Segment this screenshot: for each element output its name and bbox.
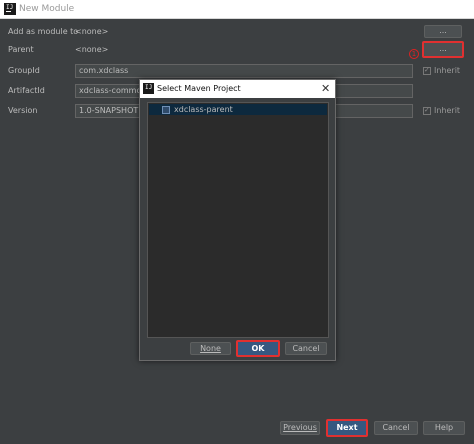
add-as-module-browse-button[interactable]: ... xyxy=(424,25,462,38)
groupid-label: GroupId xyxy=(8,66,40,75)
annotation-number-1: 1 xyxy=(409,49,419,59)
version-label: Version xyxy=(8,106,38,115)
tree-item[interactable]: xdclass-parent xyxy=(149,104,327,115)
next-button[interactable]: Next xyxy=(326,419,368,437)
add-as-module-value: <none> xyxy=(75,27,109,36)
ok-button[interactable]: OK xyxy=(236,340,280,357)
dialog-cancel-button[interactable]: Cancel xyxy=(285,342,327,355)
groupid-field[interactable]: com.xdclass xyxy=(75,64,413,78)
version-inherit-checkbox[interactable] xyxy=(423,106,431,115)
groupid-inherit-checkbox[interactable] xyxy=(423,66,431,75)
groupid-inherit-label: Inherit xyxy=(434,66,461,75)
version-inherit-label: Inherit xyxy=(434,106,461,115)
previous-button[interactable]: Previous xyxy=(280,421,320,435)
dialog-titlebar: IJ Select Maven Project ✕ xyxy=(140,80,335,98)
app-icon-text: IJ xyxy=(6,4,14,11)
help-button[interactable]: Help xyxy=(423,421,465,435)
window-title: New Module xyxy=(19,4,75,14)
select-maven-project-dialog: IJ Select Maven Project ✕ xdclass-parent… xyxy=(139,79,336,361)
parent-label: Parent xyxy=(8,45,34,54)
dialog-icon-text: IJ xyxy=(145,84,153,91)
parent-value: <none> xyxy=(75,45,109,54)
artifactid-label: ArtifactId xyxy=(8,86,45,95)
intellij-app-icon: IJ xyxy=(4,3,16,15)
close-icon[interactable]: ✕ xyxy=(321,82,330,95)
maven-module-icon xyxy=(162,106,170,114)
dialog-title: Select Maven Project xyxy=(157,84,241,93)
maven-project-tree[interactable]: xdclass-parent xyxy=(147,102,329,338)
cancel-button[interactable]: Cancel xyxy=(374,421,418,435)
parent-browse-button[interactable]: ... xyxy=(422,41,464,58)
intellij-dialog-icon: IJ xyxy=(143,83,154,94)
none-button[interactable]: None xyxy=(190,342,231,355)
tree-item-label: xdclass-parent xyxy=(174,105,233,114)
window-titlebar: IJ New Module xyxy=(0,0,474,19)
add-as-module-label: Add as module to xyxy=(8,27,79,36)
